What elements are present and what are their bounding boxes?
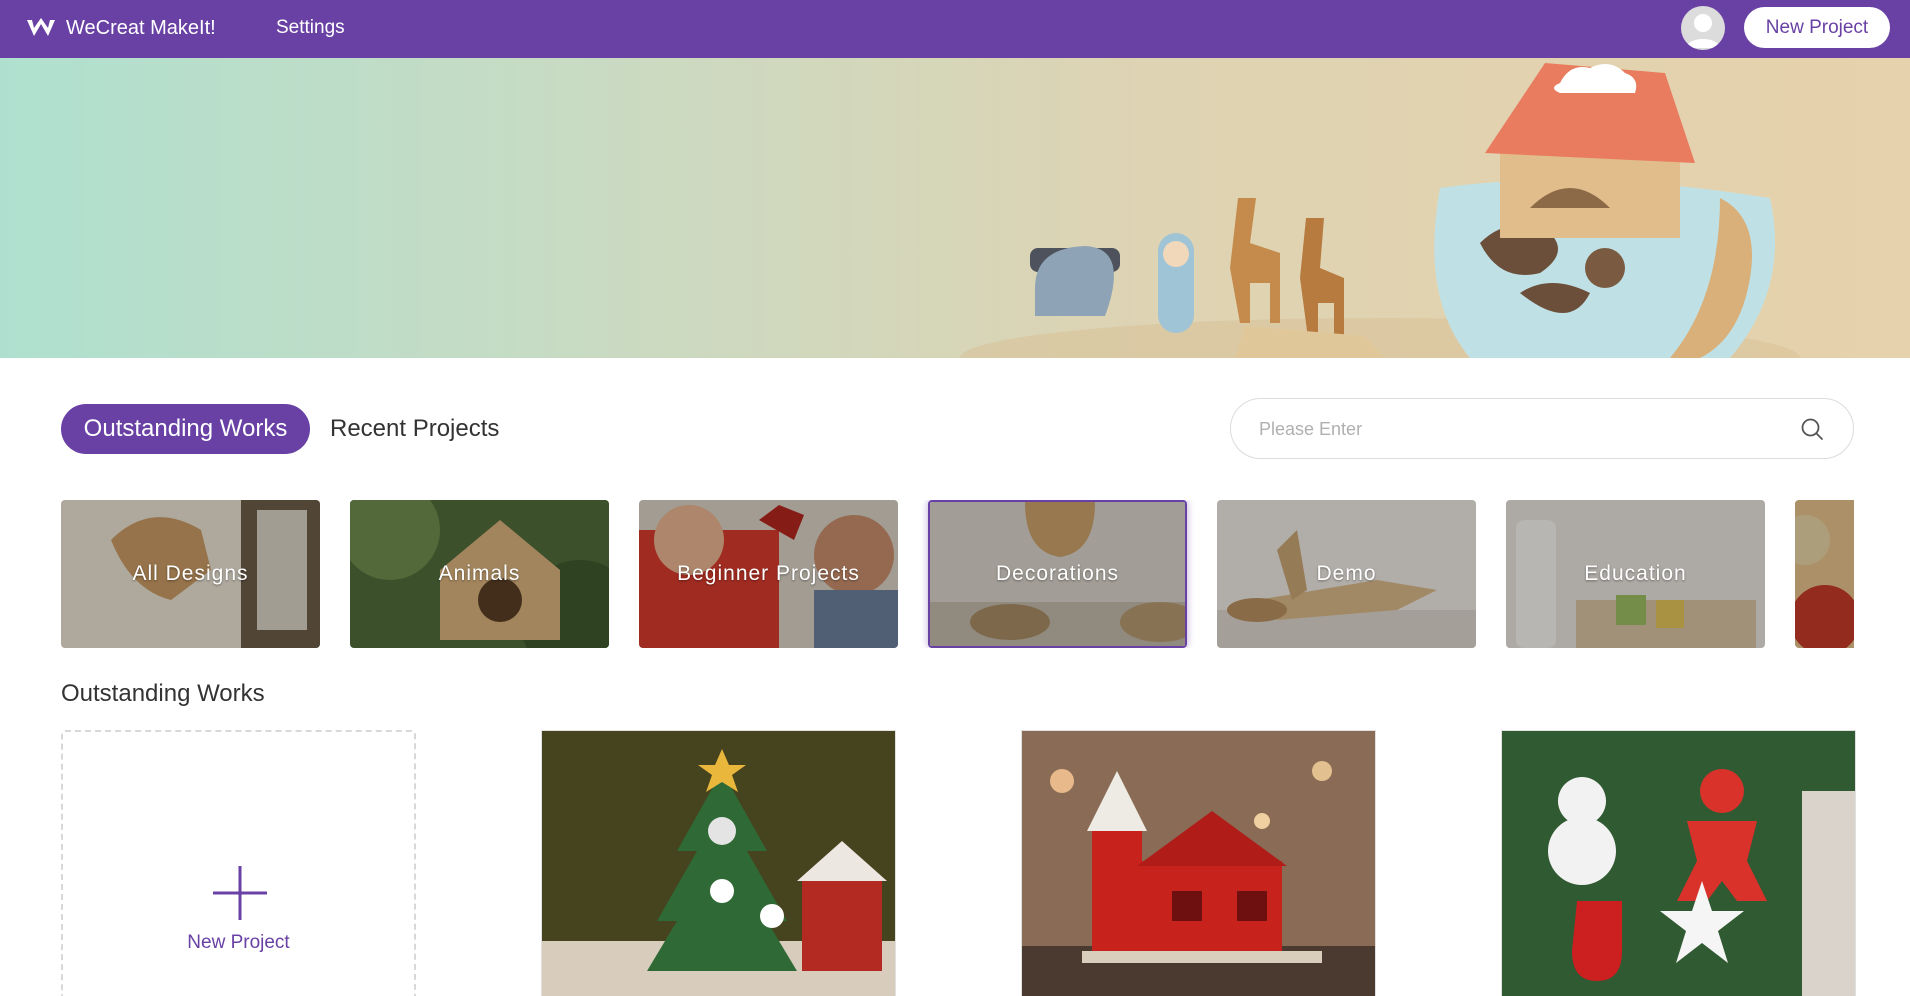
- tab-outstanding-works[interactable]: Outstanding Works: [61, 404, 310, 454]
- category-card-all-designs[interactable]: All Designs: [61, 500, 320, 648]
- user-avatar[interactable]: [1681, 6, 1725, 50]
- top-navigation-bar: WeCreat MakeIt! Settings New Project: [0, 0, 1910, 58]
- settings-link[interactable]: Settings: [276, 14, 345, 42]
- category-card-beginner-projects[interactable]: Beginner Projects: [639, 500, 898, 648]
- work-card-ornaments[interactable]: [1501, 730, 1856, 996]
- category-card-overlay: [1795, 500, 1854, 648]
- category-card-next-partial[interactable]: [1795, 500, 1854, 648]
- search-input[interactable]: [1257, 399, 1781, 460]
- category-carousel: All Designs Animals Beginner Projects De…: [61, 500, 1854, 648]
- new-project-card-label: New Project: [187, 932, 290, 953]
- new-project-button[interactable]: New Project: [1744, 7, 1890, 48]
- wecreat-logo-icon: [27, 18, 55, 36]
- christmas-ornaments-image: [1502, 731, 1855, 996]
- search-icon[interactable]: [1800, 417, 1824, 441]
- category-label: Beginner Projects: [677, 562, 860, 585]
- work-card-christmas-tree[interactable]: [541, 730, 896, 996]
- section-title: Outstanding Works: [61, 680, 265, 707]
- tab-recent-projects[interactable]: Recent Projects: [330, 404, 499, 454]
- new-project-card[interactable]: New Project: [61, 730, 416, 996]
- category-card-education[interactable]: Education: [1506, 500, 1765, 648]
- category-card-demo[interactable]: Demo: [1217, 500, 1476, 648]
- category-label: All Designs: [132, 562, 249, 585]
- red-wooden-house-image: [1022, 731, 1375, 996]
- wooden-ark-toys-illustration: [960, 63, 1800, 358]
- category-label: Education: [1584, 562, 1687, 585]
- hero-banner: [0, 58, 1910, 358]
- plus-icon: [213, 866, 267, 920]
- category-label: Demo: [1316, 562, 1377, 585]
- search-box: [1230, 398, 1854, 460]
- category-label: Decorations: [995, 562, 1120, 585]
- app-title: WeCreat MakeIt!: [66, 17, 216, 39]
- category-card-animals[interactable]: Animals: [350, 500, 609, 648]
- category-card-decorations[interactable]: Decorations: [928, 500, 1187, 648]
- user-icon: [1686, 14, 1720, 48]
- wooden-christmas-tree-image: [542, 731, 895, 996]
- work-card-christmas-church[interactable]: [1021, 730, 1376, 996]
- category-label: Animals: [438, 562, 521, 585]
